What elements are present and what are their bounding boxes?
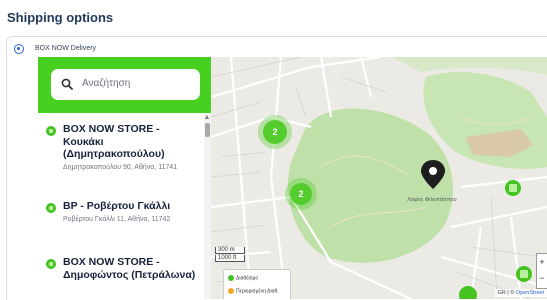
scale-metric: 300 m	[215, 247, 245, 254]
map-scale: 300 m 1000 ft	[215, 247, 245, 263]
map-cluster-marker[interactable]: 2	[290, 183, 312, 205]
scale-imperial: 1000 ft	[215, 255, 245, 262]
locker-address: Δημητρακοπούλου 90, Αθήνα, 11741	[63, 164, 178, 171]
locker-name: BP - Ροβέρτου Γκάλλι	[63, 200, 171, 212]
page-title: Shipping options	[7, 10, 114, 25]
attribution-text: GR | ©	[497, 290, 516, 296]
legend-available: Διαθέσιμο	[236, 275, 259, 282]
box-now-radio[interactable]	[14, 44, 24, 54]
locker-name: BOX NOW STORE - Κουκάκι (Δημητρακοπούλου…	[63, 123, 165, 160]
zoom-in-button[interactable]: +	[537, 254, 547, 270]
search-placeholder: Αναζήτηση	[82, 78, 131, 89]
map-legend: Διαθέσιμο Περιορισμένη Διαθ.	[223, 269, 291, 299]
scroll-up-icon[interactable]	[205, 115, 209, 119]
locker-status-icon	[46, 126, 56, 136]
scrollbar-thumb[interactable]	[205, 123, 210, 137]
search-icon	[61, 78, 73, 90]
search-input[interactable]: Αναζήτηση	[51, 69, 200, 100]
limited-legend-icon	[228, 288, 234, 294]
locker-map[interactable]: 2 2 Λόφος Φιλοπάππου 300 m 1000 ft Διαθέ…	[211, 57, 547, 299]
map-tiles	[211, 57, 547, 299]
available-legend-icon	[228, 275, 234, 281]
map-attribution: GR | © OpenStreet	[494, 289, 547, 297]
search-bar-container: Αναζήτηση	[38, 57, 211, 113]
map-cluster-marker[interactable]: 2	[263, 120, 287, 144]
attribution-link[interactable]: OpenStreet	[516, 290, 544, 296]
legend-limited: Περιορισμένη Διαθ.	[236, 288, 279, 295]
locker-address: Ροβέρτου Γκάλλι 11, Αθήνα, 11742	[63, 216, 171, 223]
locker-name: BOX NOW STORE - Δημοφώντος (Πετράλωνα)	[63, 256, 196, 281]
locker-sidebar: Αναζήτηση BOX NOW STORE - Κουκάκι (Δημητ…	[38, 57, 211, 299]
locker-status-icon	[46, 259, 56, 269]
list-scrollbar[interactable]	[204, 113, 211, 299]
map-place-label: Λόφος Φιλοπάππου	[407, 197, 457, 203]
box-now-option-label[interactable]: BOX NOW Delivery	[35, 45, 96, 52]
locker-widget: Αναζήτηση BOX NOW STORE - Κουκάκι (Δημητ…	[38, 57, 547, 299]
locker-status-icon	[46, 203, 56, 213]
zoom-out-button[interactable]: −	[537, 270, 547, 286]
zoom-control[interactable]: + −	[536, 253, 547, 289]
locker-list: BOX NOW STORE - Κουκάκι (Δημητρακοπούλου…	[38, 113, 204, 299]
